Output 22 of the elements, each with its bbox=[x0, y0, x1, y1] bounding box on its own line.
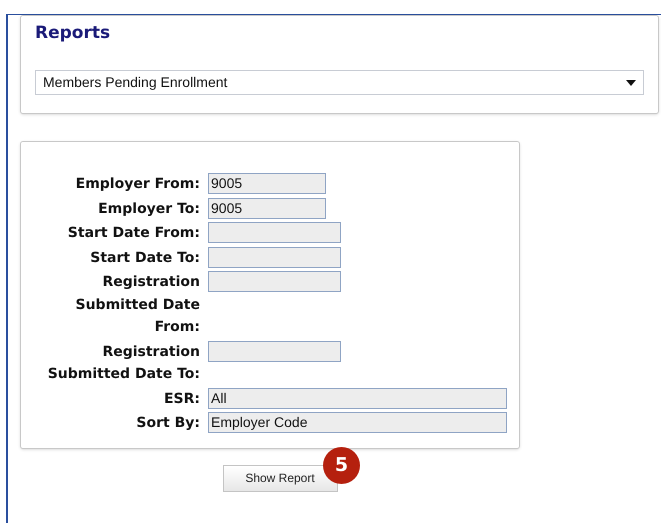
input-field[interactable] bbox=[208, 271, 341, 292]
field-label: Employer From: bbox=[74, 175, 200, 194]
input-field[interactable] bbox=[208, 246, 341, 268]
input-field[interactable] bbox=[208, 222, 341, 243]
field-label: Start Date From: bbox=[66, 224, 200, 243]
field-label: Employer To: bbox=[97, 200, 200, 218]
caret-icon bbox=[626, 80, 636, 86]
show-report-button[interactable]: Show Report bbox=[222, 464, 338, 492]
dropdown-value: Members Pending Enrollment bbox=[43, 73, 228, 92]
report-dropdown[interactable]: Members Pending Enrollment bbox=[35, 70, 644, 95]
field-label: Registration Submitted Date From: bbox=[74, 273, 200, 337]
field-label: Registration Submitted Date To: bbox=[46, 342, 200, 384]
input-field[interactable]: Employer Code bbox=[208, 412, 507, 433]
input-field[interactable]: All bbox=[208, 388, 507, 408]
field-label: Sort By: bbox=[135, 414, 200, 433]
input-field[interactable]: 9005 bbox=[208, 173, 326, 194]
reports-title: Reports bbox=[35, 22, 112, 45]
field-label: Start Date To: bbox=[89, 248, 200, 268]
field-label: ESR: bbox=[162, 390, 200, 408]
input-field[interactable]: 9005 bbox=[208, 198, 326, 218]
input-field[interactable] bbox=[208, 340, 341, 362]
step-badge: 5 bbox=[323, 447, 360, 484]
